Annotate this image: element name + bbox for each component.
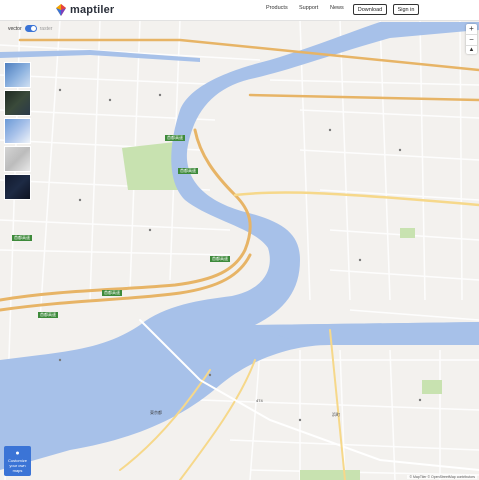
style-thumb-satellite[interactable]	[4, 90, 31, 116]
road-label: 首都高速	[165, 135, 185, 141]
style-thumb-dark[interactable]	[4, 174, 31, 200]
customize-maps-button[interactable]: ● Customize your own maps	[4, 446, 31, 476]
compass-icon[interactable]: ▲	[466, 46, 477, 54]
style-thumb-streets[interactable]	[4, 62, 31, 88]
toggle-switch[interactable]	[24, 25, 37, 32]
road-label: 首都高速	[210, 256, 230, 262]
vector-label: vector	[8, 25, 22, 32]
maptiler-logo[interactable]: maptiler	[55, 3, 114, 17]
download-button[interactable]: Download	[353, 4, 387, 15]
map-attribution[interactable]: © MapTiler © OpenStreetMap contributors	[407, 475, 477, 479]
nav-news[interactable]: News	[330, 5, 344, 11]
map-canvas[interactable]	[0, 0, 479, 480]
style-thumb-basic[interactable]	[4, 118, 31, 144]
sign-in-button[interactable]: Sign in	[393, 4, 419, 15]
logo-text: maptiler	[70, 4, 115, 16]
raster-label: raster	[39, 25, 53, 32]
road-label: 首都高速	[12, 235, 32, 241]
maptiler-logo-icon	[56, 4, 66, 16]
nav-support[interactable]: Support	[299, 5, 318, 11]
road-label: 首都高速	[102, 290, 122, 296]
customize-label: Customize your own maps	[8, 458, 27, 473]
top-navigation-bar: maptiler Products Support News Download …	[0, 0, 479, 21]
nav-products[interactable]: Products	[266, 5, 288, 11]
road-label: 首都高速	[178, 168, 198, 174]
place-label: 浜町	[332, 412, 340, 417]
style-thumb-pastel[interactable]	[4, 146, 31, 172]
zoom-controls: + − ▲	[466, 24, 477, 54]
map-style-thumbnails	[4, 62, 31, 202]
route-number: 474	[256, 398, 263, 403]
road-label: 首都高速	[38, 312, 58, 318]
zoom-out-button[interactable]: −	[466, 35, 477, 45]
vector-raster-toggle[interactable]: vector raster	[8, 25, 52, 32]
palette-icon: ●	[15, 450, 20, 457]
zoom-in-button[interactable]: +	[466, 24, 477, 34]
place-label: 東京都	[150, 410, 162, 415]
